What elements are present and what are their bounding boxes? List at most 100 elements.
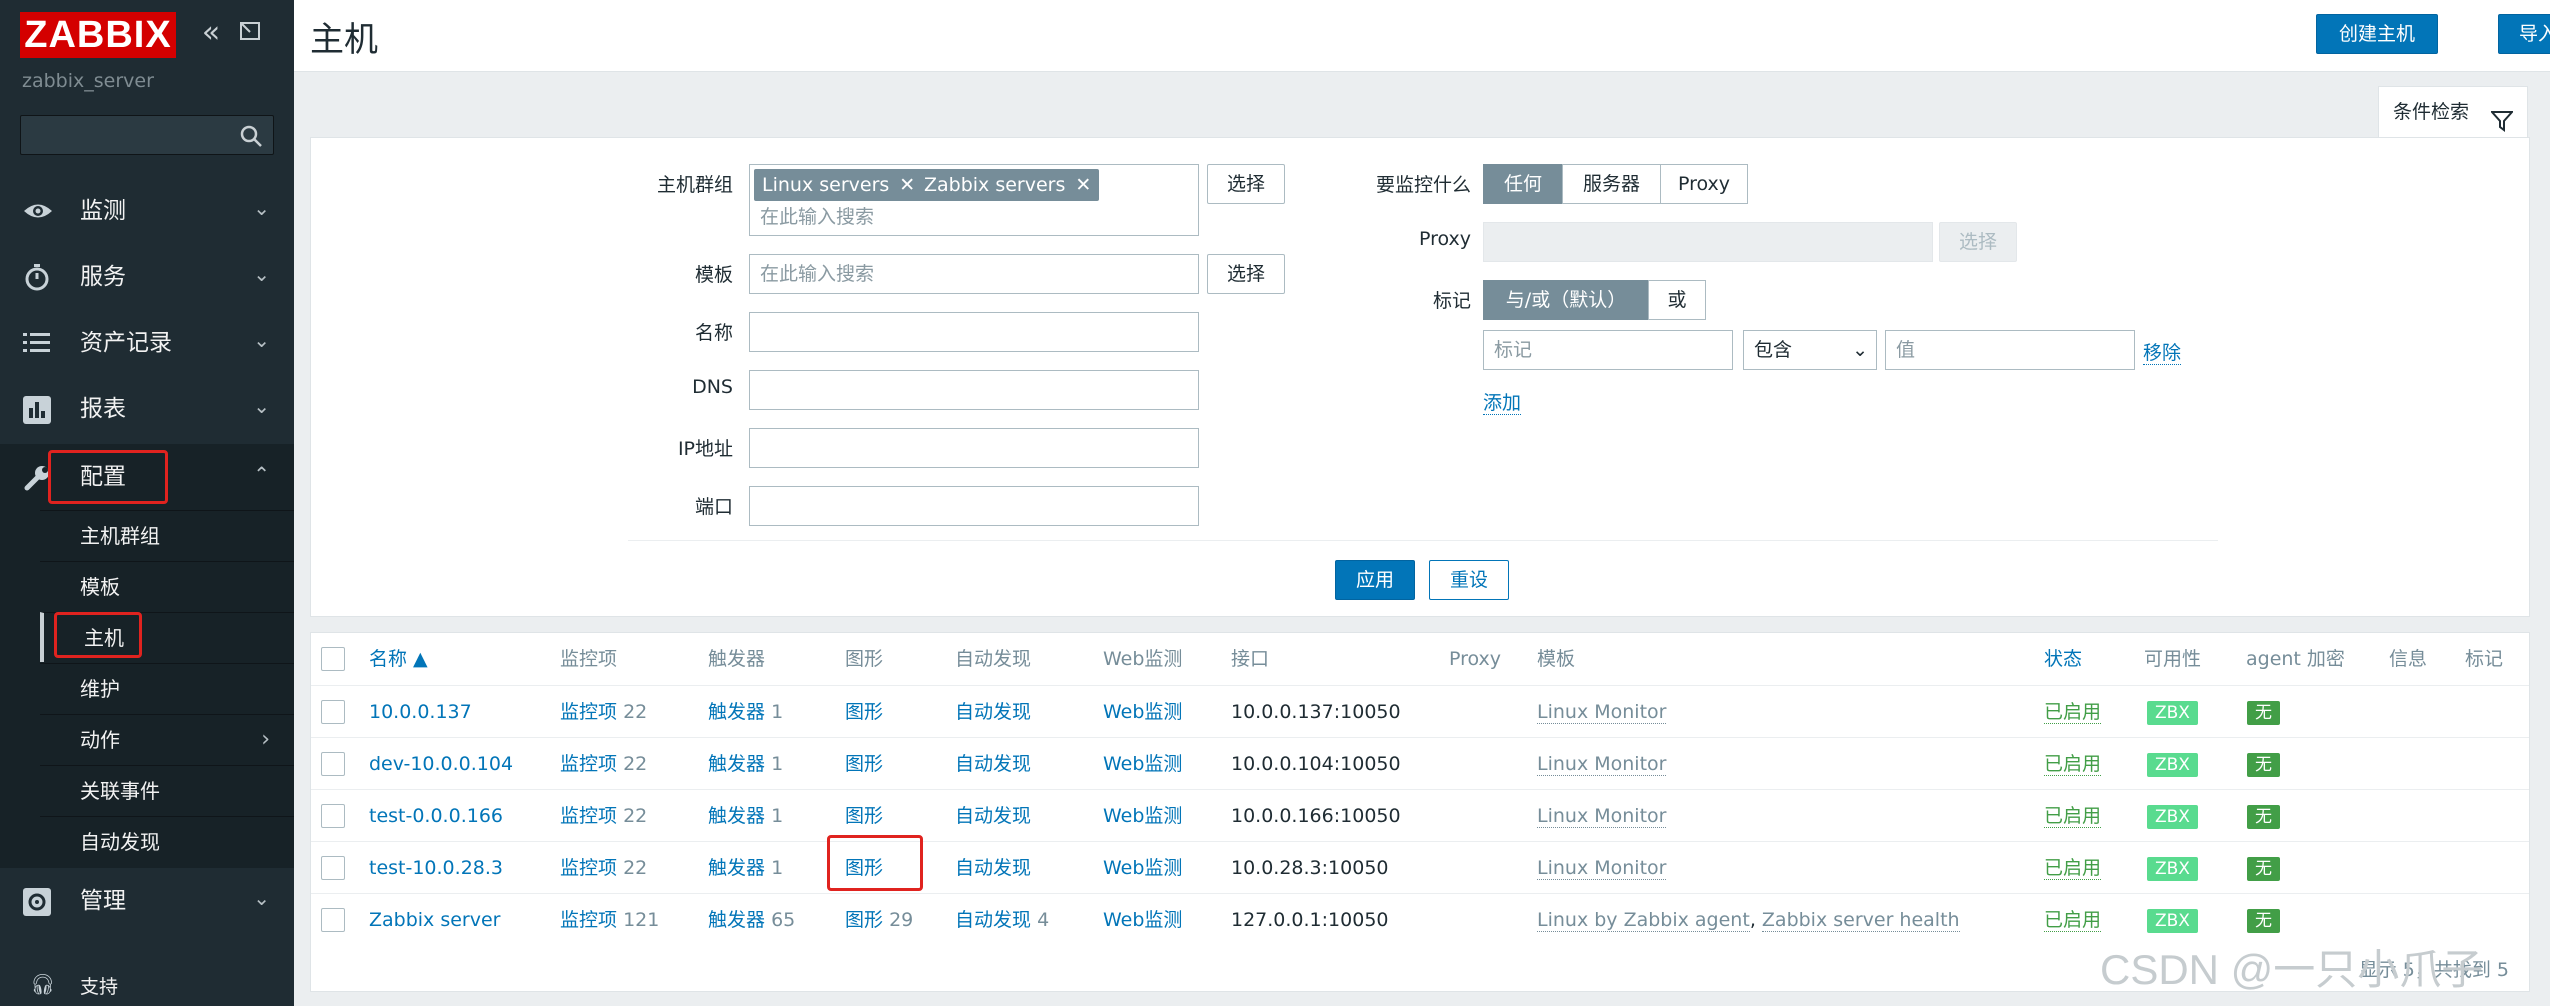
templates-input[interactable]: 在此输入搜索 — [749, 254, 1199, 294]
menu-administration[interactable]: 管理 ⌄ — [0, 868, 294, 934]
submenu-maintenance[interactable]: 维护 — [40, 663, 294, 713]
kiosk-mode-icon[interactable] — [236, 18, 266, 48]
zabbix-logo[interactable]: ZABBIX — [20, 12, 176, 58]
triggers-link[interactable]: 触发器 — [708, 805, 765, 827]
chip-linux-servers[interactable]: Linux servers ✕ — [754, 169, 924, 201]
tag-mode-and-or[interactable]: 与/或（默认） — [1483, 280, 1649, 320]
discovery-link[interactable]: 自动发现 — [955, 857, 1031, 879]
dns-input[interactable] — [749, 370, 1199, 410]
discovery-link[interactable]: 自动发现 — [955, 701, 1031, 723]
web-link[interactable]: Web监测 — [1103, 686, 1182, 738]
apply-button[interactable]: 应用 — [1335, 560, 1415, 600]
submenu-templates[interactable]: 模板 — [40, 561, 294, 611]
tag-operator-select[interactable]: 包含 ⌄ — [1743, 330, 1877, 370]
sidebar-search[interactable] — [20, 115, 274, 155]
graphs-link[interactable]: 图形 — [845, 909, 883, 931]
template-link[interactable]: Linux Monitor — [1537, 805, 1667, 828]
graphs-link[interactable]: 图形 — [845, 753, 883, 775]
remove-chip-icon[interactable]: ✕ — [899, 174, 915, 196]
template-link[interactable]: Zabbix server health — [1761, 909, 1960, 932]
discovery-link[interactable]: 自动发现 — [955, 805, 1031, 827]
status-toggle[interactable]: 已启用 — [2044, 805, 2102, 828]
discovery-link[interactable]: 自动发现 — [955, 753, 1031, 775]
host-groups-multiselect[interactable]: Linux servers ✕ Zabbix servers ✕ 在此输入搜索 — [749, 164, 1199, 236]
items-link[interactable]: 监控项 — [560, 701, 617, 723]
template-link[interactable]: Linux Monitor — [1537, 753, 1667, 776]
items-link[interactable]: 监控项 — [560, 857, 617, 879]
graphs-cell: 图形 — [845, 738, 883, 790]
status-toggle[interactable]: 已启用 — [2044, 753, 2102, 776]
status-toggle[interactable]: 已启用 — [2044, 701, 2102, 724]
template-link[interactable]: Linux Monitor — [1537, 857, 1667, 880]
host-name-link[interactable]: 10.0.0.137 — [369, 686, 472, 738]
host-name-link[interactable]: test-10.0.28.3 — [369, 842, 503, 894]
host-groups-search-placeholder[interactable]: 在此输入搜索 — [760, 203, 874, 231]
row-checkbox[interactable] — [321, 856, 345, 880]
row-checkbox[interactable] — [321, 908, 345, 932]
reset-button[interactable]: 重设 — [1429, 560, 1509, 600]
submenu-discovery[interactable]: 自动发现 — [40, 816, 294, 866]
triggers-link[interactable]: 触发器 — [708, 701, 765, 723]
menu-monitoring[interactable]: 监测 ⌄ — [0, 178, 294, 244]
row-checkbox[interactable] — [321, 804, 345, 828]
host-name-link[interactable]: dev-10.0.0.104 — [369, 738, 513, 790]
items-link[interactable]: 监控项 — [560, 753, 617, 775]
graphs-link[interactable]: 图形 — [845, 701, 883, 723]
submenu-host-groups[interactable]: 主机群组 — [40, 510, 294, 560]
status-toggle[interactable]: 已启用 — [2044, 909, 2102, 932]
monitored-by-proxy[interactable]: Proxy — [1660, 164, 1748, 204]
template-link[interactable]: Linux by Zabbix agent — [1537, 909, 1750, 932]
items-link[interactable]: 监控项 — [560, 805, 617, 827]
remove-tag-link[interactable]: 移除 — [2143, 338, 2182, 365]
triggers-link[interactable]: 触发器 — [708, 753, 765, 775]
filter-tab[interactable]: 条件检索 — [2378, 86, 2528, 138]
triggers-link[interactable]: 触发器 — [708, 857, 765, 879]
host-name-link[interactable]: test-0.0.0.166 — [369, 790, 503, 842]
row-checkbox[interactable] — [321, 700, 345, 724]
header-name[interactable]: 名称 ▲ — [369, 633, 428, 685]
import-button[interactable]: 导入 — [2498, 14, 2550, 54]
support-link[interactable]: 🎧︎ 支持 — [0, 960, 294, 1006]
remove-chip-icon[interactable]: ✕ — [1075, 174, 1091, 196]
name-input[interactable] — [749, 312, 1199, 352]
host-name-link[interactable]: Zabbix server — [369, 894, 501, 946]
items-link[interactable]: 监控项 — [560, 909, 617, 931]
monitored-by-server[interactable]: 服务器 — [1562, 164, 1661, 204]
submenu-event-correlation[interactable]: 关联事件 — [40, 765, 294, 815]
search-icon[interactable] — [239, 124, 263, 148]
host-groups-label: 主机群组 — [656, 174, 733, 196]
header-status[interactable]: 状态 — [2044, 633, 2082, 685]
tag-name-input[interactable]: 标记 — [1483, 330, 1733, 370]
triggers-link[interactable]: 触发器 — [708, 909, 765, 931]
select-all-checkbox[interactable] — [321, 647, 345, 671]
menu-services[interactable]: 服务 ⌄ — [0, 244, 294, 310]
add-tag-link[interactable]: 添加 — [1483, 388, 1522, 415]
web-link[interactable]: Web监测 — [1103, 894, 1182, 946]
monitored-by-any[interactable]: 任何 — [1483, 164, 1563, 204]
row-checkbox[interactable] — [321, 752, 345, 776]
collapse-sidebar-icon[interactable]: « — [196, 18, 226, 48]
host-groups-select-button[interactable]: 选择 — [1207, 164, 1285, 204]
page-header: 主机 创建主机 导入 — [294, 0, 2550, 72]
menu-inventory[interactable]: 资产记录 ⌄ — [0, 310, 294, 376]
ip-input[interactable] — [749, 428, 1199, 468]
port-input[interactable] — [749, 486, 1199, 526]
status-toggle[interactable]: 已启用 — [2044, 857, 2102, 880]
menu-label: 管理 — [80, 888, 126, 914]
templates-select-button[interactable]: 选择 — [1207, 254, 1285, 294]
discovery-link[interactable]: 自动发现 — [955, 909, 1031, 931]
availability-cell: ZBX — [2147, 790, 2198, 842]
chip-zabbix-servers[interactable]: Zabbix servers ✕ — [916, 169, 1100, 201]
tag-value-input[interactable]: 值 — [1885, 330, 2135, 370]
sidebar-search-input[interactable] — [21, 116, 231, 154]
menu-reports[interactable]: 报表 ⌄ — [0, 376, 294, 442]
web-link[interactable]: Web监测 — [1103, 738, 1182, 790]
web-link[interactable]: Web监测 — [1103, 790, 1182, 842]
graphs-link[interactable]: 图形 — [845, 805, 883, 827]
chevron-up-icon: ⌃ — [253, 462, 270, 486]
submenu-actions[interactable]: 动作 › — [40, 714, 294, 764]
web-link[interactable]: Web监测 — [1103, 842, 1182, 894]
template-link[interactable]: Linux Monitor — [1537, 701, 1667, 724]
create-host-button[interactable]: 创建主机 — [2316, 14, 2438, 54]
tag-mode-or[interactable]: 或 — [1648, 280, 1706, 320]
